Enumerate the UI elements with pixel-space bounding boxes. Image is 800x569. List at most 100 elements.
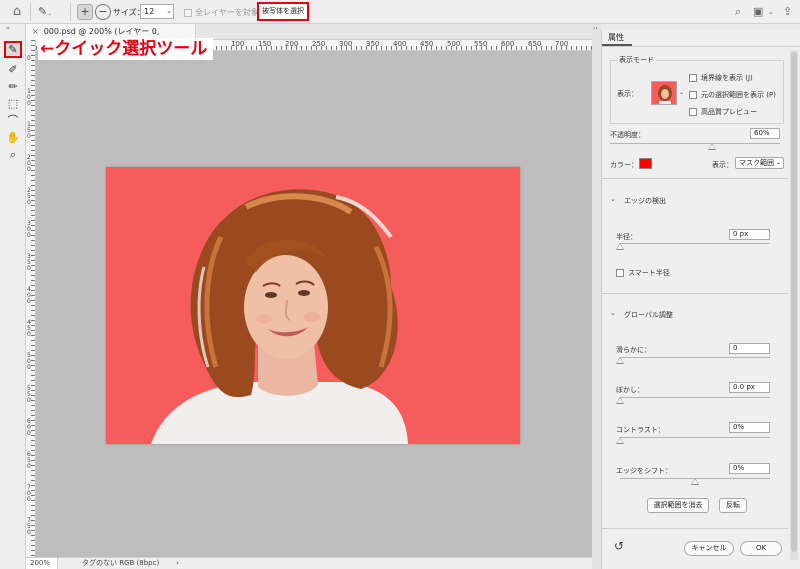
ok-button[interactable]: OK	[740, 541, 782, 556]
slider-track	[620, 243, 770, 244]
slider-knob[interactable]	[616, 357, 624, 364]
smart-radius-label: スマート半径	[628, 269, 670, 277]
smooth-input[interactable]: 0	[729, 343, 770, 354]
shift-edge-input[interactable]: 0%	[729, 463, 770, 474]
ruler-label: 200	[285, 40, 299, 48]
color-label: カラー：	[610, 161, 638, 169]
status-arrow-icon[interactable]: ›	[176, 558, 179, 569]
show-edge-checkbox[interactable]: 境界線を表示 (J)	[689, 73, 753, 83]
checkbox-box	[184, 8, 192, 17]
opacity-slider[interactable]	[610, 141, 780, 151]
checkbox-box	[616, 269, 624, 277]
mask-color-swatch[interactable]	[639, 158, 652, 169]
ruler-label: 650	[27, 451, 31, 470]
brush-size-dropdown-icon[interactable]: ⌄	[164, 4, 174, 19]
tool-preset-picker[interactable]: ✎⌄	[38, 4, 64, 20]
search-icon[interactable]: ⌕	[735, 5, 741, 19]
divider	[602, 293, 788, 294]
chevron-down-icon[interactable]: ⌄	[768, 5, 774, 19]
object-selection-icon[interactable]: ⬚	[4, 95, 22, 112]
tab-properties[interactable]: 属性	[602, 30, 632, 46]
hq-preview-checkbox[interactable]: 高品質プレビュー	[689, 107, 757, 117]
display-mode-select[interactable]: マスク範囲 ⌄	[735, 157, 784, 169]
slider-track	[620, 357, 770, 358]
contrast-slider[interactable]	[616, 435, 770, 445]
slider-knob[interactable]	[708, 143, 716, 150]
ruler-label: 450	[27, 319, 31, 338]
edge-detection-title[interactable]: エッジの検出	[624, 196, 666, 206]
ruler-label: 0	[27, 55, 31, 62]
ruler-label: 500	[447, 40, 461, 48]
shift-edge-slider[interactable]	[620, 476, 770, 486]
canvas-area[interactable]	[36, 51, 592, 557]
ruler-label: 700	[555, 40, 569, 48]
chevron-down-icon[interactable]: ⌄	[610, 309, 616, 317]
hand-tool-icon[interactable]: ✋	[4, 129, 22, 146]
home-icon[interactable]: ⌂	[8, 4, 26, 20]
contrast-label: コントラスト：	[616, 426, 665, 434]
slider-track	[620, 397, 770, 398]
global-refine-title[interactable]: グローバル調整	[624, 310, 673, 320]
feather-slider[interactable]	[616, 395, 770, 405]
view-mode-group: 表示モード 表示： ⌄ 境界線を表示 (J) 元の選択範囲を表示 (P) 高品質…	[610, 55, 784, 124]
portrait-thumbnail	[652, 82, 676, 104]
collapse-panel-icon[interactable]: ››	[593, 25, 598, 32]
share-icon[interactable]: ⇪	[783, 5, 792, 19]
ruler-label: 300	[339, 40, 353, 48]
show-original-checkbox[interactable]: 元の選択範囲を表示 (P)	[689, 90, 776, 100]
ruler-label: 300	[27, 220, 31, 239]
checkbox-box	[689, 91, 697, 99]
quick-selection-tool-icon[interactable]: ✎	[4, 41, 22, 58]
panel-collapse-strip[interactable]: ››	[592, 24, 601, 569]
workspace-icon[interactable]: ▣	[753, 5, 763, 19]
clear-selection-button[interactable]: 選択範囲を消去	[647, 498, 709, 513]
sample-all-layers-checkbox[interactable]: 全レイヤーを対象	[184, 7, 259, 18]
reset-icon[interactable]: ↺	[614, 539, 624, 553]
slider-knob[interactable]	[616, 243, 624, 250]
scrollbar-thumb[interactable]	[791, 52, 797, 552]
vertical-ruler[interactable]: 0 100 150 200 250 300 350 400 450 500 550 600 650 700…	[26, 40, 36, 557]
cancel-button[interactable]: キャンセル	[684, 541, 734, 556]
properties-panel: 属性 表示モード 表示： ⌄ 境界線を表示 (J) 元の選択範囲を表示 (P) …	[601, 30, 800, 569]
ruler-label: 250	[27, 187, 31, 206]
brush-tool-icon[interactable]: ✐	[4, 61, 22, 78]
ruler-label: 400	[393, 40, 407, 48]
ruler-label: 700	[27, 484, 31, 503]
chevron-down-icon[interactable]: ⌄	[679, 89, 684, 96]
chevron-down-icon[interactable]: ⌄	[610, 195, 616, 203]
lasso-tool-icon[interactable]: ⌒	[4, 112, 22, 129]
document-image[interactable]	[106, 167, 520, 444]
zoom-level-field[interactable]: 200%	[26, 558, 58, 569]
refine-edge-brush-icon[interactable]: ✏	[4, 78, 22, 95]
slider-knob[interactable]	[616, 397, 624, 404]
view-mode-thumbnail[interactable]	[651, 81, 677, 105]
radius-input[interactable]: 0 px	[729, 229, 770, 240]
ruler-label: 550	[27, 385, 31, 404]
contrast-input[interactable]: 0%	[729, 422, 770, 433]
subtract-from-selection-icon[interactable]: −	[95, 4, 111, 20]
show-original-label: 元の選択範囲を表示 (P)	[701, 91, 776, 99]
panel-scrollbar[interactable]	[790, 50, 798, 560]
status-bar: 200% タグのない RGB (8bpc) ›	[26, 557, 592, 569]
view-mode-legend: 表示モード	[617, 55, 656, 65]
ruler-label: 350	[366, 40, 380, 48]
add-to-selection-icon[interactable]: +	[77, 4, 93, 20]
select-subject-button[interactable]: 被写体を選択	[257, 2, 309, 21]
ruler-label: 450	[420, 40, 434, 48]
ruler-label: 500	[27, 352, 31, 371]
ruler-label: 650	[528, 40, 542, 48]
close-tab-icon[interactable]: ×	[32, 27, 39, 36]
slider-knob[interactable]	[691, 478, 699, 485]
slider-track	[610, 143, 780, 144]
feather-input[interactable]: 0.0 px	[729, 382, 770, 393]
show-edge-label: 境界線を表示 (J)	[701, 74, 753, 82]
zoom-tool-icon[interactable]: ⌕	[4, 146, 22, 163]
smooth-slider[interactable]	[616, 355, 770, 365]
radius-slider[interactable]	[616, 241, 770, 251]
invert-button[interactable]: 反転	[719, 498, 747, 513]
opacity-input[interactable]: 60%	[750, 128, 780, 139]
tools-panel: ›› ✎ ✐ ✏ ⬚ ⌒ ✋ ⌕	[0, 24, 26, 569]
smart-radius-checkbox[interactable]: スマート半径	[616, 268, 670, 278]
slider-knob[interactable]	[616, 437, 624, 444]
collapse-toolbar-icon[interactable]: ››	[6, 25, 10, 32]
